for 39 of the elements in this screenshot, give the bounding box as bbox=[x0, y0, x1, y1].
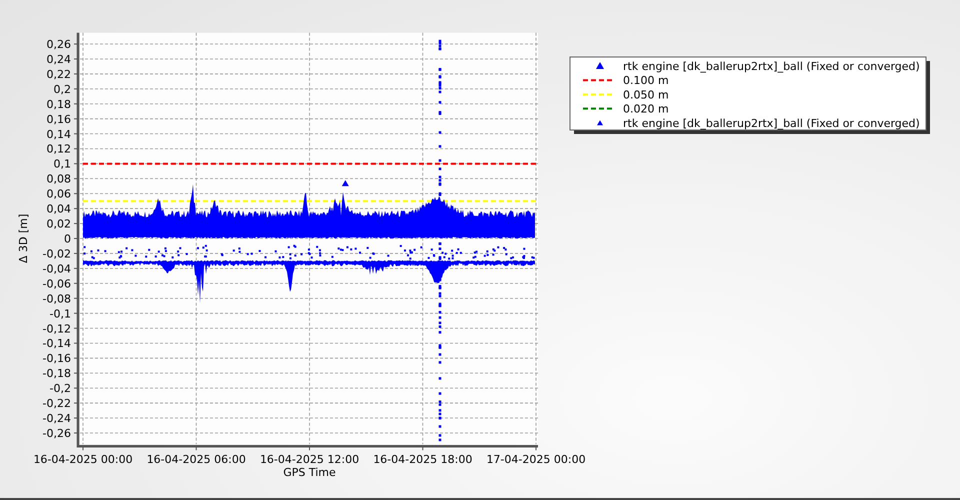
y-tick-label: 0,1 bbox=[54, 158, 71, 171]
y-tick-label: -0,16 bbox=[42, 352, 71, 366]
y-tick-label: -0,26 bbox=[42, 426, 71, 440]
y-tick-label: -0,14 bbox=[42, 337, 71, 350]
legend-label: 0.100 m bbox=[623, 74, 669, 88]
y-tick-label: -0,06 bbox=[42, 277, 71, 290]
y-tick-label: 0,26 bbox=[46, 38, 71, 52]
y-tick-label: 0,12 bbox=[46, 142, 71, 156]
y-tick-label: 0,02 bbox=[46, 218, 71, 231]
y-tick-label: -0,2 bbox=[50, 382, 71, 396]
y-tick-label: -0,02 bbox=[42, 247, 71, 260]
legend-label: rtk engine [dk_ballerup2rtx]_ball (Fixed or converged) bbox=[623, 116, 920, 130]
y-tick-label: 0,04 bbox=[46, 202, 71, 216]
y-tick-label: 0 bbox=[64, 232, 71, 246]
y-tick-label: -0,08 bbox=[42, 292, 71, 306]
y-tick-label: 0,06 bbox=[46, 188, 71, 201]
y-tick-label: -0,22 bbox=[42, 397, 71, 410]
y-tick-label: 0,18 bbox=[46, 98, 71, 111]
y-tick-label: -0,12 bbox=[42, 322, 71, 336]
x-tick-label: 16-04-2025 06:00 bbox=[146, 453, 246, 466]
x-axis-title: GPS Time bbox=[283, 466, 336, 480]
x-tick-label: 16-04-2025 18:00 bbox=[373, 453, 472, 466]
x-tick-label: 16-04-2025 00:00 bbox=[33, 453, 133, 466]
y-tick-label: -0,1 bbox=[50, 307, 71, 320]
legend-label: rtk engine [dk_ballerup2rtx]_ball (Fixed or converged) bbox=[623, 60, 920, 73]
y-tick-label: -0,04 bbox=[42, 262, 71, 276]
x-tick-label: 17-04-2025 00:00 bbox=[486, 453, 586, 466]
legend-label: 0.020 m bbox=[623, 102, 669, 116]
y-axis-title: Δ 3D [m] bbox=[17, 214, 30, 264]
y-tick-label: -0,18 bbox=[42, 367, 71, 380]
y-tick-label: 0,2 bbox=[54, 82, 71, 96]
y-tick-label: 0,24 bbox=[46, 52, 71, 66]
y-tick-label: 0,16 bbox=[46, 112, 71, 126]
legend-label: 0.050 m bbox=[623, 88, 669, 102]
y-tick-label: 0,22 bbox=[46, 68, 71, 81]
y-tick-label: 0,08 bbox=[46, 172, 71, 186]
y-tick-label: -0,24 bbox=[42, 412, 71, 426]
x-tick-label: 16-04-2025 12:00 bbox=[260, 453, 360, 466]
y-tick-label: 0,14 bbox=[46, 128, 71, 141]
